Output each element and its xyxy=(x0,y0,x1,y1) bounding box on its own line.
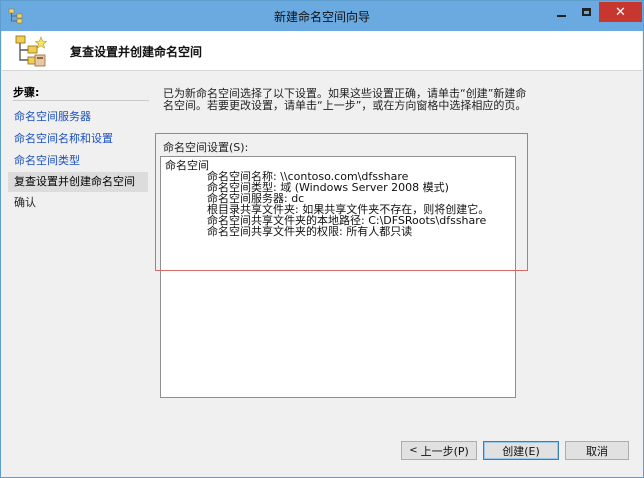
wizard-window: 新建命名空间向导 ✕ 复查设置并创建命名空间 步骤: 命名空间服务器 命名空间名… xyxy=(0,0,644,478)
settings-label: 命名空间设置(S): xyxy=(163,141,249,154)
step-namespace-type[interactable]: 命名空间类型 xyxy=(8,151,148,171)
minimize-icon xyxy=(556,14,566,17)
wizard-header: 复查设置并创建命名空间 xyxy=(2,31,642,71)
back-button[interactable]: < 上一步(P) xyxy=(401,441,477,460)
create-button[interactable]: 创建(E) xyxy=(483,441,559,460)
settings-textbox[interactable]: 命名空间 命名空间名称: \\contoso.com\dfsshare 命名空间… xyxy=(160,156,516,398)
page-heading: 复查设置并创建命名空间 xyxy=(70,45,203,59)
button-bar: < 上一步(P) 创建(E) 取消 xyxy=(2,439,642,477)
content-pane: 已为新命名空间选择了以下设置。如果这些设置正确，请单击“创建”新建命名空间。若要… xyxy=(154,72,642,439)
back-button-label: 上一步(P) xyxy=(420,444,469,458)
setting-permissions: 命名空间共享文件夹的权限: 所有人都只读 xyxy=(207,225,413,238)
maximize-icon xyxy=(582,8,591,16)
step-namespace-name-settings[interactable]: 命名空间名称和设置 xyxy=(8,129,148,149)
maximize-button[interactable] xyxy=(574,2,599,22)
intro-text: 已为新命名空间选择了以下设置。如果这些设置正确，请单击“创建”新建命名空间。若要… xyxy=(163,87,527,112)
window-title: 新建命名空间向导 xyxy=(273,10,370,24)
create-button-label: 创建(E) xyxy=(502,444,540,458)
cancel-button-label: 取消 xyxy=(586,444,608,458)
close-icon: ✕ xyxy=(615,4,626,20)
step-confirmation: 确认 xyxy=(14,196,36,209)
title-bar[interactable]: 新建命名空间向导 ✕ xyxy=(1,1,643,31)
close-button[interactable]: ✕ xyxy=(599,2,642,22)
cancel-button[interactable]: 取消 xyxy=(565,441,629,460)
step-namespace-server[interactable]: 命名空间服务器 xyxy=(8,107,148,127)
steps-divider xyxy=(13,100,149,101)
steps-pane: 步骤: 命名空间服务器 命名空间名称和设置 命名空间类型 复查设置并创建命名空间… xyxy=(2,72,154,439)
namespace-wizard-icon xyxy=(15,35,48,67)
step-review-create: 复查设置并创建命名空间 xyxy=(8,172,148,192)
minimize-button[interactable] xyxy=(548,2,574,22)
steps-title: 步骤: xyxy=(13,86,40,99)
back-arrow-icon: < xyxy=(409,445,418,456)
